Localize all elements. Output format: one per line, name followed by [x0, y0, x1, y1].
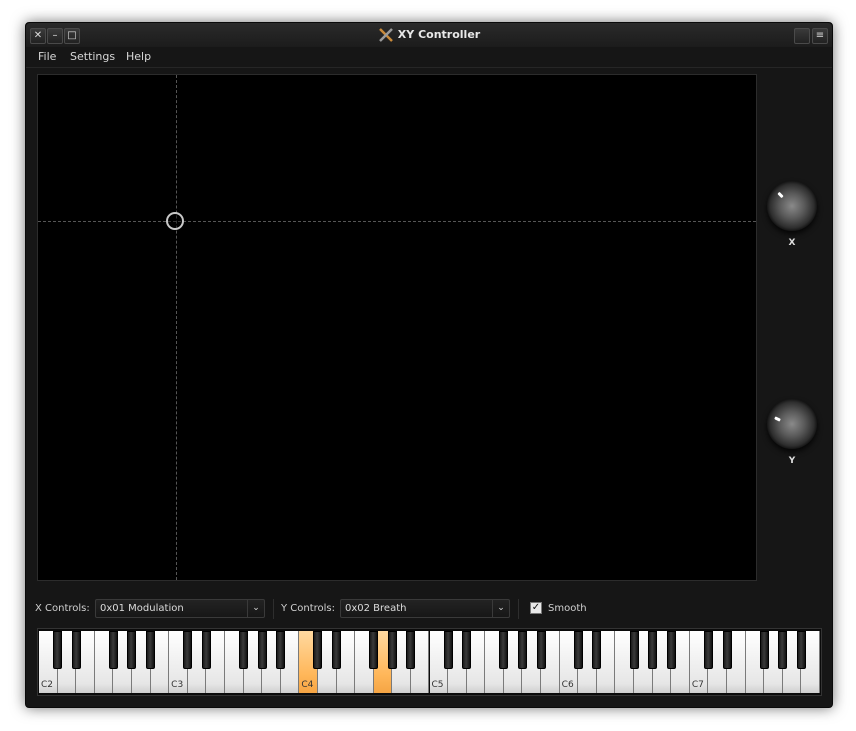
piano-black-key[interactable]	[573, 631, 583, 669]
piano-keyboard[interactable]: C2 C3 C4 C5 C6 C7	[37, 628, 822, 696]
piano-black-key[interactable]	[71, 631, 81, 669]
octave-label: C5	[431, 680, 444, 690]
x-controls-select[interactable]: 0x01 Modulation ⌄	[95, 599, 265, 618]
menu-help[interactable]: Help	[126, 50, 151, 63]
piano-black-key[interactable]	[629, 631, 639, 669]
menu-bar: File Settings Help	[26, 47, 832, 67]
x-knob[interactable]	[767, 181, 817, 231]
y-controls-select[interactable]: 0x02 Breath ⌄	[340, 599, 510, 618]
x-crosshair-line	[176, 75, 177, 580]
smooth-checkbox[interactable]: ✓	[530, 602, 542, 614]
piano-black-key[interactable]	[387, 631, 397, 669]
xy-cursor-handle[interactable]	[166, 212, 184, 230]
y-knob-label: Y	[788, 456, 796, 466]
piano-black-key[interactable]	[53, 631, 63, 669]
window-menu-button[interactable]: ≡	[812, 28, 828, 44]
chevron-down-icon: ⌄	[247, 600, 264, 617]
piano-black-key[interactable]	[722, 631, 732, 669]
x-controls-value: 0x01 Modulation	[100, 603, 184, 614]
controls-divider	[518, 599, 519, 619]
controls-divider	[273, 599, 274, 619]
piano-black-key[interactable]	[536, 631, 546, 669]
piano-black-key[interactable]	[146, 631, 156, 669]
controls-bar: X Controls: 0x01 Modulation ⌄ Y Controls…	[26, 597, 832, 621]
title-bar: ✕ – □ XY Controller ≡	[26, 23, 832, 47]
window-title-text: XY Controller	[397, 28, 481, 41]
piano-black-key[interactable]	[759, 631, 769, 669]
piano-black-key[interactable]	[369, 631, 379, 669]
piano-black-key[interactable]	[257, 631, 267, 669]
piano-black-key[interactable]	[332, 631, 342, 669]
x-knob-label: X	[788, 238, 796, 248]
piano-black-key[interactable]	[462, 631, 472, 669]
octave-label: C7	[691, 680, 704, 690]
piano-black-key[interactable]	[183, 631, 193, 669]
piano-black-key[interactable]	[108, 631, 118, 669]
y-crosshair-line	[38, 221, 756, 222]
piano-black-key[interactable]	[201, 631, 211, 669]
piano-black-key[interactable]	[703, 631, 713, 669]
extra-button[interactable]	[794, 28, 810, 44]
piano-black-key[interactable]	[796, 631, 806, 669]
x-knob-group: X	[764, 181, 820, 248]
menu-file[interactable]: File	[38, 50, 56, 63]
app-logo-icon	[378, 28, 393, 42]
app-window: ✕ – □ XY Controller ≡ File Settings Help…	[25, 22, 833, 708]
piano-black-key[interactable]	[592, 631, 602, 669]
piano-black-key[interactable]	[127, 631, 137, 669]
octave-label: C3	[171, 680, 184, 690]
octave-label: C2	[41, 680, 54, 690]
y-knob-group: Y	[764, 399, 820, 466]
piano-black-key[interactable]	[276, 631, 286, 669]
piano-black-key[interactable]	[648, 631, 658, 669]
y-knob-indicator	[774, 416, 781, 422]
piano-black-key[interactable]	[443, 631, 453, 669]
xy-pad[interactable]	[37, 74, 757, 581]
x-knob-indicator	[777, 191, 784, 199]
y-controls-value: 0x02 Breath	[345, 603, 407, 614]
smooth-label: Smooth	[548, 603, 587, 614]
y-knob[interactable]	[767, 399, 817, 449]
menu-settings[interactable]: Settings	[70, 50, 115, 63]
x-controls-label: X Controls:	[35, 603, 90, 614]
piano-black-key[interactable]	[313, 631, 323, 669]
octave-label: C4	[301, 680, 314, 690]
octave-label: C6	[561, 680, 574, 690]
piano-black-key[interactable]	[666, 631, 676, 669]
piano-black-key[interactable]	[406, 631, 416, 669]
y-controls-label: Y Controls:	[281, 603, 336, 614]
piano-black-key[interactable]	[499, 631, 509, 669]
window-title: XY Controller	[26, 28, 832, 42]
menu-separator	[26, 67, 832, 68]
chevron-down-icon: ⌄	[492, 600, 509, 617]
piano-black-key[interactable]	[517, 631, 527, 669]
piano-black-key[interactable]	[239, 631, 249, 669]
piano-black-key[interactable]	[778, 631, 788, 669]
